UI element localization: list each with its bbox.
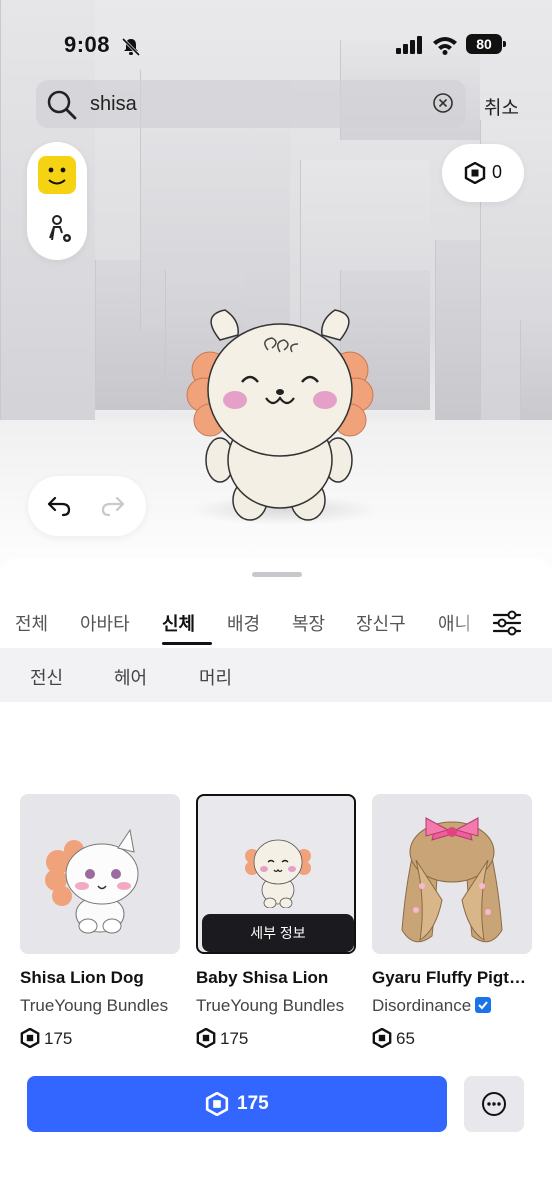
more-options-icon (482, 1092, 506, 1116)
avatar-controls-panel (27, 142, 87, 260)
battery-indicator: 80 (466, 34, 506, 54)
item-name[interactable]: Gyaru Fluffy Pigtails (372, 968, 532, 988)
redo-icon[interactable] (100, 494, 126, 518)
search-input[interactable] (90, 88, 420, 120)
item-details-button[interactable]: 세부 정보 (202, 914, 354, 952)
tab-avatar[interactable]: 아바타 (80, 610, 130, 636)
subcategory-tabs: 전신 헤어 머리 (0, 648, 552, 702)
tab-background[interactable]: 배경 (227, 610, 260, 636)
item-thumbnail[interactable] (20, 794, 180, 954)
tab-clothing[interactable]: 복장 (292, 610, 325, 636)
more-options-button[interactable] (464, 1076, 524, 1132)
item-creator[interactable]: TrueYoung Bundles (20, 996, 180, 1016)
robux-icon (372, 1028, 392, 1048)
item-thumbnail[interactable] (372, 794, 532, 954)
item-thumbnail[interactable]: 세부 정보 (196, 794, 356, 954)
tab-body[interactable]: 신체 (162, 610, 195, 636)
robux-icon (196, 1028, 216, 1048)
search-bar[interactable] (36, 80, 466, 128)
item-price-value: 65 (396, 1029, 415, 1048)
shisa-lion-dog-thumbnail (45, 828, 139, 934)
baby-shisa-lion-thumbnail (245, 839, 311, 908)
gyaru-fluffy-pigtails-thumbnail (401, 817, 503, 943)
item-name[interactable]: Shisa Lion Dog (20, 968, 180, 988)
robux-balance-pill[interactable]: 0 (442, 144, 524, 202)
undo-icon[interactable] (46, 494, 72, 518)
cellular-signal-icon (396, 36, 422, 54)
buy-button[interactable]: 175 (27, 1076, 447, 1132)
subtab-full-body[interactable]: 전신 (30, 664, 63, 690)
cancel-search-button[interactable]: 취소 (484, 93, 519, 120)
robux-icon (464, 162, 486, 184)
wifi-icon (433, 37, 457, 55)
search-icon (47, 90, 77, 120)
sheet-grabber[interactable] (252, 572, 302, 577)
avatar-face-icon[interactable] (37, 154, 77, 196)
buy-button-price: 175 (237, 1093, 269, 1114)
active-tab-indicator (162, 642, 212, 645)
tab-all[interactable]: 전체 (15, 610, 48, 636)
background-building (520, 320, 552, 430)
avatar-settings-icon[interactable] (45, 214, 75, 246)
shisa-avatar-figure[interactable] (180, 300, 380, 525)
robux-balance-value: 0 (492, 162, 503, 182)
item-creator[interactable]: TrueYoung Bundles (196, 996, 356, 1016)
status-time: 9:08 (64, 32, 111, 57)
robux-icon (20, 1028, 40, 1048)
robux-icon (205, 1092, 229, 1116)
verified-badge-icon (475, 997, 492, 1013)
item-price-value: 175 (220, 1029, 249, 1048)
tab-accessories[interactable]: 장신구 (356, 610, 406, 636)
item-creator-name[interactable]: Disordinance (372, 996, 471, 1015)
filter-sliders-icon[interactable] (491, 607, 523, 639)
clear-search-icon[interactable] (432, 92, 454, 114)
item-name[interactable]: Baby Shisa Lion (196, 968, 356, 988)
item-creator[interactable]: Disordinance (372, 996, 532, 1016)
undo-redo-panel (28, 476, 146, 536)
bell-muted-icon (121, 37, 141, 57)
subtab-head[interactable]: 머리 (199, 664, 232, 690)
subtab-hair[interactable]: 헤어 (114, 664, 147, 690)
status-bar: 9:08 80 (0, 30, 552, 62)
item-price-value: 175 (44, 1029, 73, 1048)
